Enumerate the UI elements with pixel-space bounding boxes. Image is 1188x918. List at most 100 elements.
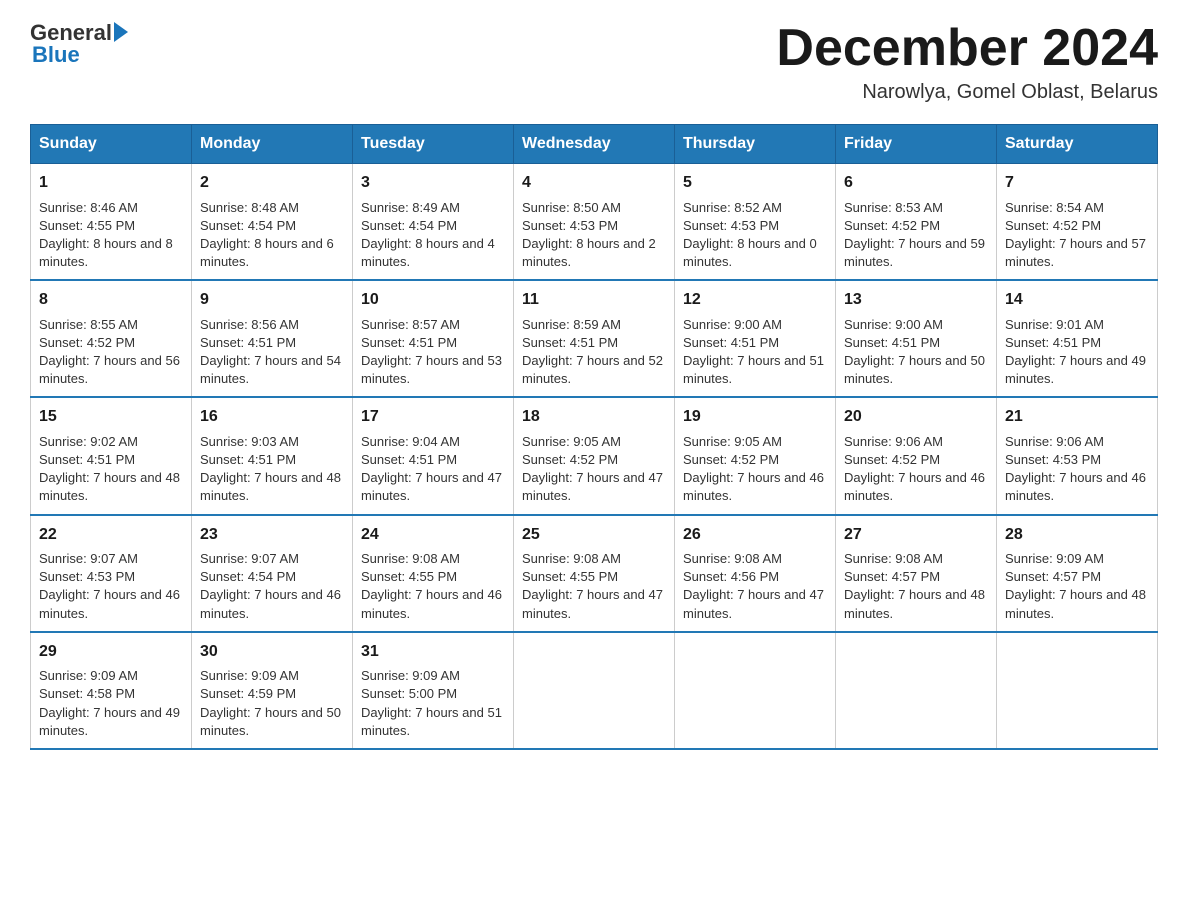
table-row: 6 Sunrise: 8:53 AMSunset: 4:52 PMDayligh… [836, 164, 997, 281]
header-monday: Monday [192, 125, 353, 164]
location-title: Narowlya, Gomel Oblast, Belarus [776, 81, 1158, 104]
day-number: 19 [683, 406, 827, 428]
day-number: 22 [39, 524, 183, 546]
day-number: 18 [522, 406, 666, 428]
header-sunday: Sunday [31, 125, 192, 164]
day-info: Sunrise: 8:59 AMSunset: 4:51 PMDaylight:… [522, 317, 663, 387]
page-header: General Blue December 2024 Narowlya, Gom… [30, 20, 1158, 104]
table-row: 8 Sunrise: 8:55 AMSunset: 4:52 PMDayligh… [31, 280, 192, 397]
day-info: Sunrise: 9:02 AMSunset: 4:51 PMDaylight:… [39, 434, 180, 504]
day-info: Sunrise: 8:54 AMSunset: 4:52 PMDaylight:… [1005, 200, 1146, 270]
day-number: 26 [683, 524, 827, 546]
table-row: 21 Sunrise: 9:06 AMSunset: 4:53 PMDaylig… [997, 397, 1158, 514]
calendar-table: Sunday Monday Tuesday Wednesday Thursday… [30, 124, 1158, 750]
table-row [514, 632, 675, 749]
calendar-body: 1 Sunrise: 8:46 AMSunset: 4:55 PMDayligh… [31, 164, 1158, 749]
day-number: 29 [39, 641, 183, 663]
day-number: 17 [361, 406, 505, 428]
day-info: Sunrise: 8:53 AMSunset: 4:52 PMDaylight:… [844, 200, 985, 270]
table-row: 17 Sunrise: 9:04 AMSunset: 4:51 PMDaylig… [353, 397, 514, 514]
day-info: Sunrise: 9:04 AMSunset: 4:51 PMDaylight:… [361, 434, 502, 504]
day-info: Sunrise: 9:05 AMSunset: 4:52 PMDaylight:… [683, 434, 824, 504]
day-number: 16 [200, 406, 344, 428]
table-row: 11 Sunrise: 8:59 AMSunset: 4:51 PMDaylig… [514, 280, 675, 397]
day-info: Sunrise: 8:56 AMSunset: 4:51 PMDaylight:… [200, 317, 341, 387]
day-info: Sunrise: 9:08 AMSunset: 4:56 PMDaylight:… [683, 551, 824, 621]
day-number: 2 [200, 172, 344, 194]
table-row: 12 Sunrise: 9:00 AMSunset: 4:51 PMDaylig… [675, 280, 836, 397]
logo: General Blue [30, 20, 128, 68]
day-info: Sunrise: 9:09 AMSunset: 4:57 PMDaylight:… [1005, 551, 1146, 621]
table-row: 10 Sunrise: 8:57 AMSunset: 4:51 PMDaylig… [353, 280, 514, 397]
header-friday: Friday [836, 125, 997, 164]
day-info: Sunrise: 9:07 AMSunset: 4:53 PMDaylight:… [39, 551, 180, 621]
table-row: 16 Sunrise: 9:03 AMSunset: 4:51 PMDaylig… [192, 397, 353, 514]
header-saturday: Saturday [997, 125, 1158, 164]
day-info: Sunrise: 9:00 AMSunset: 4:51 PMDaylight:… [844, 317, 985, 387]
day-number: 23 [200, 524, 344, 546]
table-row: 31 Sunrise: 9:09 AMSunset: 5:00 PMDaylig… [353, 632, 514, 749]
table-row: 25 Sunrise: 9:08 AMSunset: 4:55 PMDaylig… [514, 515, 675, 632]
table-row: 13 Sunrise: 9:00 AMSunset: 4:51 PMDaylig… [836, 280, 997, 397]
day-info: Sunrise: 8:46 AMSunset: 4:55 PMDaylight:… [39, 200, 173, 270]
day-number: 24 [361, 524, 505, 546]
table-row: 23 Sunrise: 9:07 AMSunset: 4:54 PMDaylig… [192, 515, 353, 632]
table-row [675, 632, 836, 749]
month-title: December 2024 [776, 20, 1158, 77]
day-info: Sunrise: 9:06 AMSunset: 4:52 PMDaylight:… [844, 434, 985, 504]
logo-text-blue: Blue [32, 42, 128, 68]
day-info: Sunrise: 9:07 AMSunset: 4:54 PMDaylight:… [200, 551, 341, 621]
day-number: 1 [39, 172, 183, 194]
day-info: Sunrise: 9:08 AMSunset: 4:55 PMDaylight:… [522, 551, 663, 621]
table-row: 20 Sunrise: 9:06 AMSunset: 4:52 PMDaylig… [836, 397, 997, 514]
day-number: 10 [361, 289, 505, 311]
table-row [997, 632, 1158, 749]
day-info: Sunrise: 9:09 AMSunset: 5:00 PMDaylight:… [361, 668, 502, 738]
day-info: Sunrise: 9:08 AMSunset: 4:55 PMDaylight:… [361, 551, 502, 621]
day-number: 4 [522, 172, 666, 194]
calendar-header: Sunday Monday Tuesday Wednesday Thursday… [31, 125, 1158, 164]
table-row: 15 Sunrise: 9:02 AMSunset: 4:51 PMDaylig… [31, 397, 192, 514]
day-number: 7 [1005, 172, 1149, 194]
table-row: 3 Sunrise: 8:49 AMSunset: 4:54 PMDayligh… [353, 164, 514, 281]
day-number: 28 [1005, 524, 1149, 546]
day-number: 15 [39, 406, 183, 428]
day-number: 25 [522, 524, 666, 546]
header-tuesday: Tuesday [353, 125, 514, 164]
table-row: 30 Sunrise: 9:09 AMSunset: 4:59 PMDaylig… [192, 632, 353, 749]
day-info: Sunrise: 8:50 AMSunset: 4:53 PMDaylight:… [522, 200, 656, 270]
table-row: 14 Sunrise: 9:01 AMSunset: 4:51 PMDaylig… [997, 280, 1158, 397]
table-row: 5 Sunrise: 8:52 AMSunset: 4:53 PMDayligh… [675, 164, 836, 281]
day-number: 20 [844, 406, 988, 428]
day-number: 21 [1005, 406, 1149, 428]
day-number: 3 [361, 172, 505, 194]
day-info: Sunrise: 9:00 AMSunset: 4:51 PMDaylight:… [683, 317, 824, 387]
table-row: 4 Sunrise: 8:50 AMSunset: 4:53 PMDayligh… [514, 164, 675, 281]
title-block: December 2024 Narowlya, Gomel Oblast, Be… [776, 20, 1158, 104]
day-number: 9 [200, 289, 344, 311]
day-number: 27 [844, 524, 988, 546]
day-info: Sunrise: 9:06 AMSunset: 4:53 PMDaylight:… [1005, 434, 1146, 504]
day-number: 12 [683, 289, 827, 311]
table-row: 2 Sunrise: 8:48 AMSunset: 4:54 PMDayligh… [192, 164, 353, 281]
table-row: 1 Sunrise: 8:46 AMSunset: 4:55 PMDayligh… [31, 164, 192, 281]
day-number: 30 [200, 641, 344, 663]
header-thursday: Thursday [675, 125, 836, 164]
table-row: 22 Sunrise: 9:07 AMSunset: 4:53 PMDaylig… [31, 515, 192, 632]
day-number: 13 [844, 289, 988, 311]
day-info: Sunrise: 9:09 AMSunset: 4:58 PMDaylight:… [39, 668, 180, 738]
day-number: 11 [522, 289, 666, 311]
table-row [836, 632, 997, 749]
day-number: 14 [1005, 289, 1149, 311]
day-info: Sunrise: 8:49 AMSunset: 4:54 PMDaylight:… [361, 200, 495, 270]
day-info: Sunrise: 8:52 AMSunset: 4:53 PMDaylight:… [683, 200, 817, 270]
day-number: 31 [361, 641, 505, 663]
table-row: 24 Sunrise: 9:08 AMSunset: 4:55 PMDaylig… [353, 515, 514, 632]
day-info: Sunrise: 8:57 AMSunset: 4:51 PMDaylight:… [361, 317, 502, 387]
day-info: Sunrise: 8:48 AMSunset: 4:54 PMDaylight:… [200, 200, 334, 270]
day-info: Sunrise: 9:03 AMSunset: 4:51 PMDaylight:… [200, 434, 341, 504]
table-row: 29 Sunrise: 9:09 AMSunset: 4:58 PMDaylig… [31, 632, 192, 749]
table-row: 27 Sunrise: 9:08 AMSunset: 4:57 PMDaylig… [836, 515, 997, 632]
header-wednesday: Wednesday [514, 125, 675, 164]
day-number: 8 [39, 289, 183, 311]
